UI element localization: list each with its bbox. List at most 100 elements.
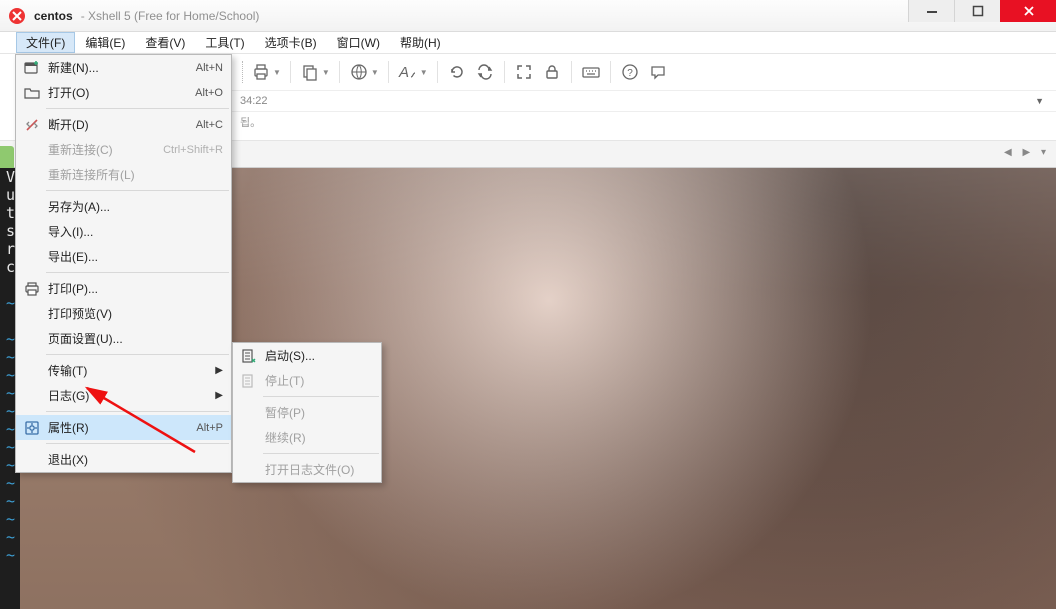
log-start-icon bbox=[239, 347, 259, 365]
menubar: 文件(F) 编辑(E) 查看(V) 工具(T) 选项卡(B) 窗口(W) 帮助(… bbox=[0, 32, 1056, 54]
menu-view[interactable]: 查看(V) bbox=[135, 32, 195, 53]
help-icon[interactable]: ? bbox=[617, 59, 643, 85]
caret-down-icon[interactable]: ▼ bbox=[273, 68, 281, 77]
menu-item-disconnect[interactable]: 断开(D) Alt+C bbox=[16, 112, 231, 137]
blank-icon bbox=[22, 330, 42, 348]
menu-item-label: 属性(R) bbox=[48, 419, 196, 436]
submenu-item-stop: 停止(T) bbox=[233, 368, 381, 393]
keyboard-icon[interactable] bbox=[578, 59, 604, 85]
transfer-icon[interactable] bbox=[472, 59, 498, 85]
menu-item-label: 日志(G) bbox=[48, 387, 223, 404]
menu-item-transfer[interactable]: 传输(T) ▶ bbox=[16, 358, 231, 383]
svg-text:?: ? bbox=[627, 68, 633, 79]
toolbar-separator bbox=[290, 61, 291, 83]
blank-icon bbox=[22, 248, 42, 266]
folder-open-icon bbox=[22, 84, 42, 102]
menu-item-label: 打开(O) bbox=[48, 84, 195, 101]
quickconnect-text-peek: 됩。 bbox=[232, 112, 1056, 132]
term-line: ~ bbox=[0, 474, 20, 492]
window-controls bbox=[908, 0, 1056, 22]
menu-item-label: 导出(E)... bbox=[48, 248, 223, 265]
menu-item-open[interactable]: 打开(O) Alt+O bbox=[16, 80, 231, 105]
submenu-item-pause: 暂停(P) bbox=[233, 400, 381, 425]
blank-icon bbox=[22, 198, 42, 216]
term-line: ~ bbox=[0, 510, 20, 528]
session-title: centos bbox=[34, 9, 73, 23]
globe-icon[interactable] bbox=[346, 59, 372, 85]
menu-separator bbox=[263, 453, 379, 454]
maximize-button[interactable] bbox=[954, 0, 1000, 22]
properties-icon bbox=[22, 419, 42, 437]
print-icon bbox=[22, 280, 42, 298]
submenu-item-label: 打开日志文件(O) bbox=[265, 461, 371, 478]
toolbar-separator bbox=[610, 61, 611, 83]
menu-item-shortcut: Alt+C bbox=[196, 119, 223, 131]
menu-separator bbox=[263, 396, 379, 397]
quickconnect-timestamp: 34:22 bbox=[240, 95, 268, 107]
term-line: ~ bbox=[0, 492, 20, 510]
menu-item-reconnect-all: 重新连接所有(L) bbox=[16, 162, 231, 187]
menu-item-new[interactable]: 新建(N)... Alt+N bbox=[16, 55, 231, 80]
menu-item-reconnect: 重新连接(C) Ctrl+Shift+R bbox=[16, 137, 231, 162]
term-line: ~ bbox=[0, 528, 20, 546]
submenu-item-label: 暂停(P) bbox=[265, 404, 371, 421]
menu-item-log[interactable]: 日志(G) ▶ bbox=[16, 383, 231, 408]
submenu-item-resume: 继续(R) bbox=[233, 425, 381, 450]
menu-item-properties[interactable]: 属性(R) Alt+P bbox=[16, 415, 231, 440]
menu-item-shortcut: Alt+N bbox=[196, 62, 223, 74]
close-button[interactable] bbox=[1000, 0, 1056, 22]
submenu-item-start[interactable]: 启动(S)... bbox=[233, 343, 381, 368]
menu-tools[interactable]: 工具(T) bbox=[195, 32, 254, 53]
file-menu-dropdown: 新建(N)... Alt+N 打开(O) Alt+O 断开(D) Alt+C 重… bbox=[15, 54, 232, 473]
copy-icon[interactable] bbox=[297, 59, 323, 85]
tabs-nav-arrows[interactable]: ◀ ▶ ▾ bbox=[1004, 147, 1050, 158]
caret-down-icon[interactable]: ▼ bbox=[1035, 96, 1044, 106]
blank-icon bbox=[22, 166, 42, 184]
active-tab-corner[interactable] bbox=[0, 146, 14, 168]
menu-tabs[interactable]: 选项卡(B) bbox=[255, 32, 327, 53]
new-session-icon bbox=[22, 59, 42, 77]
menu-item-label: 重新连接所有(L) bbox=[48, 166, 223, 183]
app-icon bbox=[8, 7, 26, 25]
fullscreen-icon[interactable] bbox=[511, 59, 537, 85]
menu-item-label: 另存为(A)... bbox=[48, 198, 223, 215]
menu-item-label: 打印预览(V) bbox=[48, 305, 223, 322]
menu-item-label: 传输(T) bbox=[48, 362, 223, 379]
menu-window[interactable]: 窗口(W) bbox=[327, 32, 390, 53]
menu-item-shortcut: Alt+P bbox=[196, 422, 223, 434]
print-icon[interactable] bbox=[248, 59, 274, 85]
quickconnect-bar[interactable]: 34:22 ▼ bbox=[232, 90, 1056, 112]
disconnect-icon bbox=[22, 116, 42, 134]
refresh-icon[interactable] bbox=[444, 59, 470, 85]
menu-item-page-setup[interactable]: 页面设置(U)... bbox=[16, 326, 231, 351]
caret-down-icon[interactable]: ▼ bbox=[420, 68, 428, 77]
menu-item-label: 导入(I)... bbox=[48, 223, 223, 240]
chat-icon[interactable] bbox=[645, 59, 671, 85]
menu-separator bbox=[46, 108, 229, 109]
blank-icon bbox=[239, 404, 259, 422]
blank-icon bbox=[239, 461, 259, 479]
blank-icon bbox=[22, 362, 42, 380]
blank-icon bbox=[22, 223, 42, 241]
menu-item-print-preview[interactable]: 打印预览(V) bbox=[16, 301, 231, 326]
caret-down-icon[interactable]: ▼ bbox=[371, 68, 379, 77]
submenu-arrow-icon: ▶ bbox=[215, 390, 223, 401]
lock-icon[interactable] bbox=[539, 59, 565, 85]
minimize-button[interactable] bbox=[908, 0, 954, 22]
menu-help[interactable]: 帮助(H) bbox=[390, 32, 451, 53]
menu-item-label: 新建(N)... bbox=[48, 59, 196, 76]
menu-item-print[interactable]: 打印(P)... bbox=[16, 276, 231, 301]
toolbar-separator bbox=[437, 61, 438, 83]
caret-down-icon[interactable]: ▼ bbox=[322, 68, 330, 77]
svg-text:A: A bbox=[398, 64, 409, 81]
menu-item-import[interactable]: 导入(I)... bbox=[16, 219, 231, 244]
menu-item-label: 退出(X) bbox=[48, 451, 223, 468]
submenu-item-open-log: 打开日志文件(O) bbox=[233, 457, 381, 482]
titlebar: centos - Xshell 5 (Free for Home/School) bbox=[0, 0, 1056, 32]
menu-item-save-as[interactable]: 另存为(A)... bbox=[16, 194, 231, 219]
menu-item-exit[interactable]: 退出(X) bbox=[16, 447, 231, 472]
menu-item-export[interactable]: 导出(E)... bbox=[16, 244, 231, 269]
menu-edit[interactable]: 编辑(E) bbox=[75, 32, 135, 53]
menu-file[interactable]: 文件(F) bbox=[16, 32, 75, 53]
font-icon[interactable]: A bbox=[395, 59, 421, 85]
